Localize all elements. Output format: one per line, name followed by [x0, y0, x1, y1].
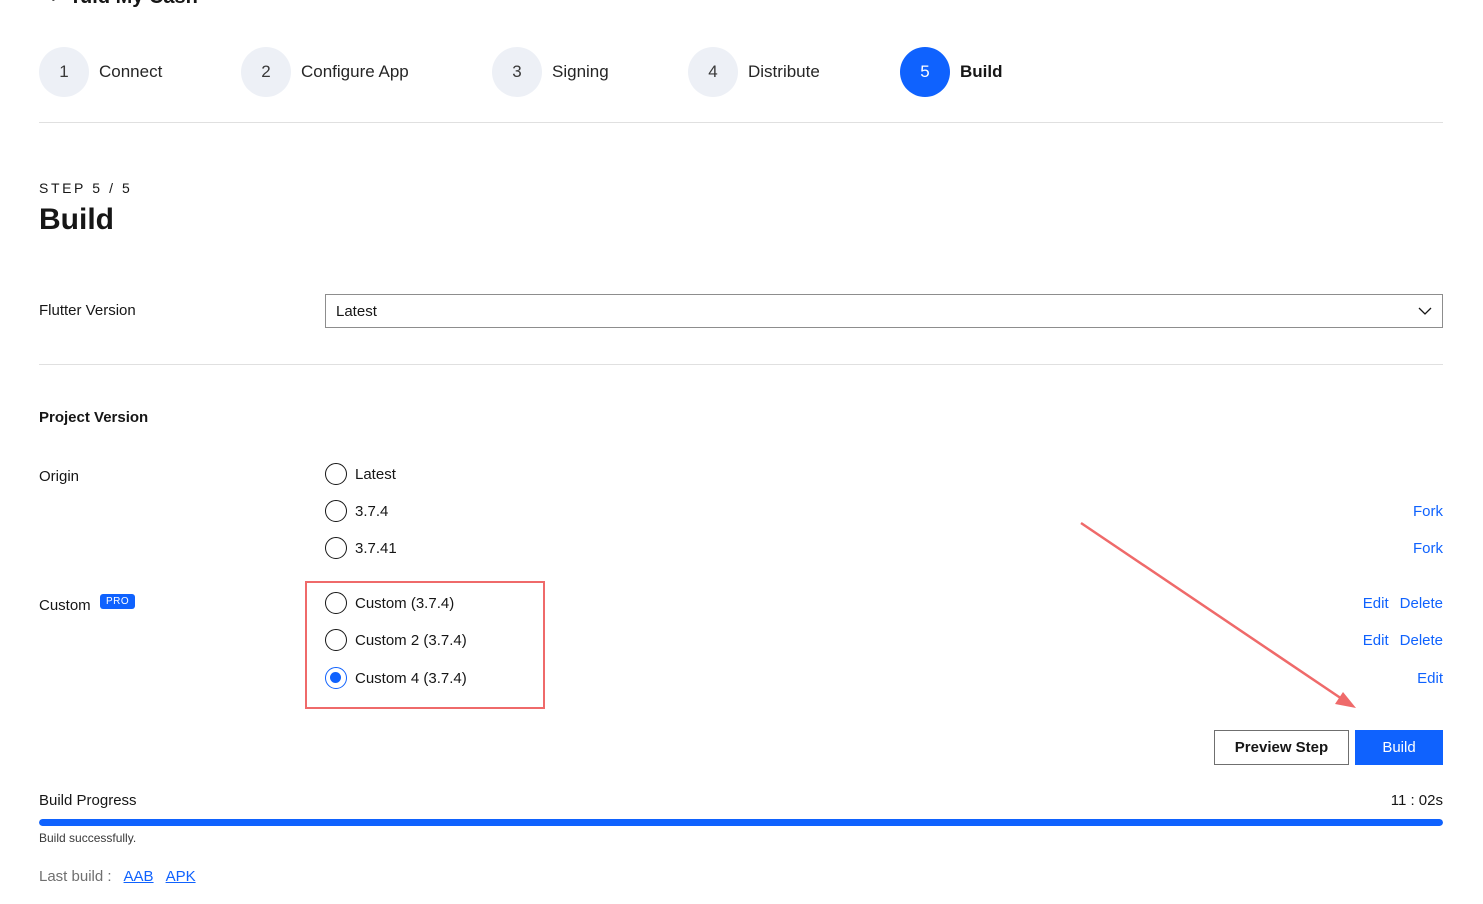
origin-actions-3-7-4: Fork: [1413, 503, 1443, 520]
flutter-version-label: Flutter Version: [39, 302, 136, 319]
build-progress-bar: [39, 819, 1443, 826]
step-number: 5: [900, 47, 950, 97]
radio-button[interactable]: [325, 537, 347, 559]
build-status-text: Build successfully.: [39, 831, 137, 845]
flutter-version-value: Latest: [336, 302, 377, 320]
stepper: 1 Connect 2 Configure App 3 Signing 4 Di…: [39, 47, 1443, 97]
app-header: ‹ Tuid My Cash: [50, 0, 198, 9]
build-progress-fill: [39, 819, 1443, 826]
step-label: Build: [960, 62, 1003, 81]
delete-link[interactable]: Delete: [1400, 632, 1443, 649]
custom-actions-4: Edit: [1417, 670, 1443, 687]
radio-label: Latest: [355, 465, 396, 483]
step-connect[interactable]: 1 Connect: [39, 47, 162, 97]
step-signing[interactable]: 3 Signing: [492, 47, 609, 97]
fork-link[interactable]: Fork: [1413, 503, 1443, 520]
step-configure-app[interactable]: 2 Configure App: [241, 47, 409, 97]
fork-link[interactable]: Fork: [1413, 540, 1443, 557]
radio-button[interactable]: [325, 500, 347, 522]
step-distribute[interactable]: 4 Distribute: [688, 47, 820, 97]
flutter-version-select[interactable]: Latest: [325, 294, 1443, 328]
last-build: Last build : AAB APK: [39, 868, 196, 885]
section-divider: [39, 364, 1443, 365]
step-number: 4: [688, 47, 738, 97]
step-number: 1: [39, 47, 89, 97]
step-label: Signing: [552, 62, 609, 81]
pro-badge: PRO: [100, 594, 136, 609]
back-icon[interactable]: ‹: [50, 0, 55, 7]
page-title: Build: [39, 203, 114, 236]
radio-origin-3-7-41[interactable]: 3.7.41: [325, 537, 397, 559]
radio-origin-3-7-4[interactable]: 3.7.4: [325, 500, 388, 522]
chevron-down-icon: [1418, 307, 1432, 315]
step-number: 3: [492, 47, 542, 97]
preview-step-button[interactable]: Preview Step: [1214, 730, 1349, 765]
step-build[interactable]: 5 Build: [900, 47, 1003, 97]
step-number: 2: [241, 47, 291, 97]
build-progress-time: 11 : 02s: [1390, 792, 1443, 809]
radio-label: 3.7.41: [355, 539, 397, 557]
build-progress-label: Build Progress: [39, 792, 137, 809]
last-build-label: Last build :: [39, 868, 112, 885]
radio-button[interactable]: [325, 463, 347, 485]
step-label: Connect: [99, 62, 163, 81]
edit-link[interactable]: Edit: [1363, 632, 1389, 649]
annotation-highlight-box: [305, 581, 545, 709]
custom-label: Custom: [39, 597, 91, 614]
build-button[interactable]: Build: [1355, 730, 1443, 765]
apk-download-link[interactable]: APK: [166, 868, 196, 885]
origin-actions-3-7-41: Fork: [1413, 540, 1443, 557]
app-title: Tuid My Cash: [69, 0, 198, 9]
delete-link[interactable]: Delete: [1400, 595, 1443, 612]
project-version-title: Project Version: [39, 409, 149, 426]
step-label: Distribute: [748, 62, 820, 81]
origin-label: Origin: [39, 468, 80, 485]
annotation-arrow-icon: [1080, 521, 1356, 708]
stepper-divider: [39, 122, 1443, 123]
edit-link[interactable]: Edit: [1363, 595, 1389, 612]
aab-download-link[interactable]: AAB: [124, 868, 154, 885]
custom-actions-2: Edit Delete: [1363, 632, 1443, 649]
step-counter: STEP 5 / 5: [39, 180, 133, 196]
radio-origin-latest[interactable]: Latest: [325, 463, 396, 485]
step-label: Configure App: [301, 62, 409, 81]
custom-actions-1: Edit Delete: [1363, 595, 1443, 612]
radio-label: 3.7.4: [355, 502, 389, 520]
edit-link[interactable]: Edit: [1417, 670, 1443, 687]
